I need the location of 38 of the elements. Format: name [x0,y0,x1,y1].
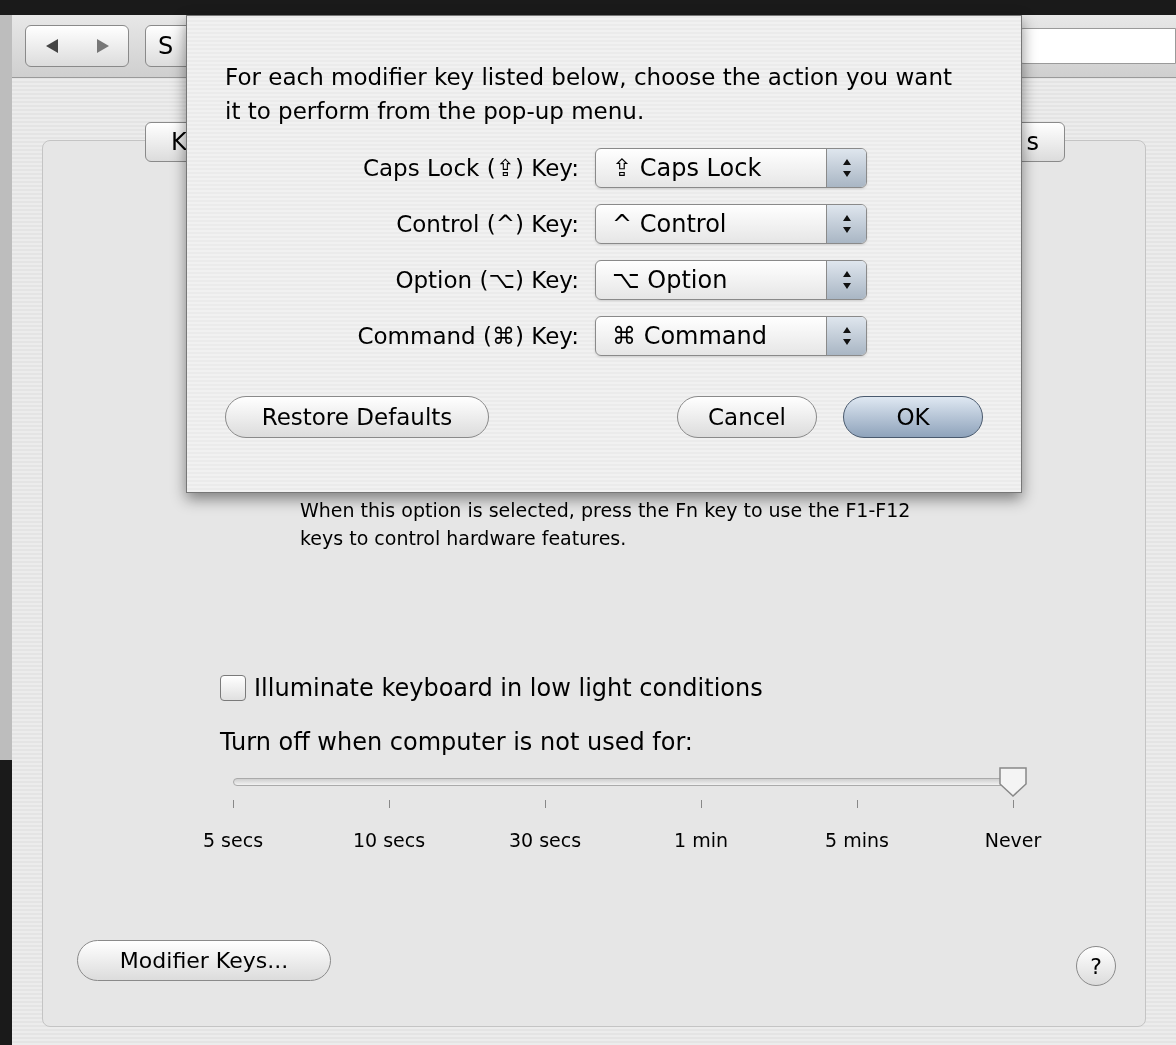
stepper-arrows-icon [826,261,866,299]
slider-label: Turn off when computer is not used for: [220,727,694,758]
tick-label: 1 min [674,828,728,853]
fn-keys-description: When this option is selected, press the Fn key to use the F1-F12 keys to control hardware features. [300,498,912,551]
sheet-message: For each modifier key listed below, choose the action you want it to perform from the pop-up menu. [225,63,953,126]
tab-label[interactable]: s [1026,124,1039,160]
forward-arrow-icon [94,38,111,54]
ok-button[interactable]: OK [843,396,983,438]
key-label: Control (^) Key: [395,209,579,239]
key-label: Caps Lock (⇪) Key: [361,153,579,183]
tick-mark [232,800,234,808]
tick-mark [388,800,390,808]
restore-defaults-button[interactable]: Restore Defaults [225,396,489,438]
popup-menu[interactable]: ^ Control [595,204,867,244]
tab-label[interactable]: K [171,124,187,160]
stepper-arrows-icon [826,149,866,187]
popup-menu[interactable]: ⇪ Caps Lock [595,148,867,188]
tick-label: 5 mins [825,828,889,853]
key-label: Command (⌘) Key: [356,321,579,351]
tick-label: 5 secs [202,828,264,853]
tick-mark [1012,800,1014,808]
tick-label: 30 secs [508,828,582,853]
tick-label: Never [984,828,1042,853]
checkbox[interactable] [220,675,246,701]
popup-menu[interactable]: ⌘ Command [595,316,867,356]
back-forward-button[interactable] [25,25,129,67]
stepper-arrows-icon [826,205,866,243]
modifier-keys-button[interactable]: Modifier Keys... [77,940,331,981]
tick-label: 10 secs [352,828,426,853]
popup-menu[interactable]: ⌥ Option [595,260,867,300]
tick-mark [544,800,546,808]
tick-mark [700,800,702,808]
checkbox-label: Illuminate keyboard in low light conditions [254,673,763,704]
cancel-button[interactable]: Cancel [677,396,817,438]
stepper-arrows-icon [826,317,866,355]
tick-mark [856,800,858,808]
slider-thumb[interactable] [998,766,1028,798]
key-label: Option (⌥) Key: [394,265,579,295]
